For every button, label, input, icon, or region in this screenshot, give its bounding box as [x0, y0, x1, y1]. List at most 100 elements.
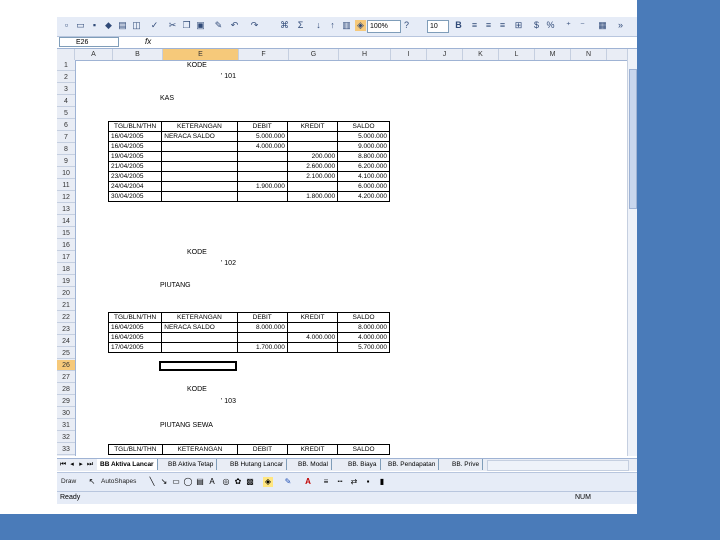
table-cell[interactable]: 4.100.000 — [337, 171, 390, 182]
table-cell[interactable]: 8.000.000 — [236, 322, 288, 333]
sheet-tab[interactable]: BB. Prive — [449, 459, 484, 470]
name-box[interactable]: E26 — [59, 37, 119, 47]
table-cell[interactable] — [161, 151, 238, 162]
table-cell[interactable] — [161, 161, 238, 172]
horizontal-scrollbar[interactable] — [487, 460, 629, 471]
row-header[interactable]: 25 — [57, 348, 75, 359]
column-header-cell[interactable]: KREDIT — [286, 312, 339, 323]
row-header[interactable]: 5 — [57, 108, 75, 119]
table-cell[interactable]: NERACA SALDO — [161, 322, 238, 333]
align-right-icon[interactable]: ≡ — [497, 20, 508, 31]
row-header[interactable]: 20 — [57, 288, 75, 299]
column-header[interactable]: M — [535, 49, 571, 60]
table-cell[interactable] — [286, 322, 339, 333]
row-header[interactable]: 18 — [57, 264, 75, 275]
row-header[interactable]: 21 — [57, 300, 75, 311]
arrow-style-icon[interactable]: ⇄ — [349, 477, 359, 487]
bold-icon[interactable]: B — [453, 20, 464, 31]
format-painter-icon[interactable]: ✎ — [213, 20, 224, 31]
row-header[interactable]: 27 — [57, 372, 75, 383]
sheet-tab[interactable]: BB. Pendapatan — [385, 459, 440, 470]
column-header[interactable]: F — [239, 49, 289, 60]
column-header-cell[interactable]: SALDO — [337, 121, 390, 132]
column-header-cell[interactable]: TGL/BLN/THN — [107, 312, 163, 323]
row-header[interactable]: 26 — [57, 360, 75, 371]
decrease-decimal-icon[interactable]: ⁻ — [577, 20, 588, 31]
table-cell[interactable]: 16/04/2005 — [107, 332, 163, 343]
row-header[interactable]: 28 — [57, 384, 75, 395]
table-cell[interactable]: 30/04/2005 — [107, 191, 163, 202]
table-cell[interactable]: 200.000 — [286, 151, 339, 162]
sort-desc-icon[interactable]: ↑ — [327, 20, 338, 31]
table-cell[interactable] — [161, 342, 238, 353]
column-header[interactable]: G — [289, 49, 339, 60]
font-size-select[interactable]: 10 — [427, 20, 449, 33]
table-cell[interactable]: 8.800.000 — [337, 151, 390, 162]
borders-icon[interactable]: ▦ — [597, 20, 608, 31]
row-header[interactable]: 24 — [57, 336, 75, 347]
oval-icon[interactable]: ◯ — [183, 477, 193, 487]
table-cell[interactable]: 21/04/2005 — [107, 161, 163, 172]
merge-center-icon[interactable]: ⊞ — [513, 20, 524, 31]
row-header[interactable]: 2 — [57, 72, 75, 83]
table-cell[interactable] — [286, 342, 339, 353]
row-header[interactable]: 8 — [57, 144, 75, 155]
row-header[interactable]: 1 — [57, 60, 75, 71]
worksheet[interactable]: KODE ' 101 KAS TGL/BLN/THN KETERANGAN DEBI… — [75, 60, 630, 456]
table-cell[interactable]: 4.000.000 — [236, 141, 288, 152]
vertical-scrollbar[interactable] — [627, 49, 637, 456]
table-cell[interactable] — [161, 191, 238, 202]
sheet-tab[interactable]: BB. Modal — [295, 459, 332, 470]
increase-decimal-icon[interactable]: ⁺ — [563, 20, 574, 31]
row-header[interactable]: 11 — [57, 180, 75, 191]
table-cell[interactable]: 4.000.000 — [286, 332, 339, 343]
table-cell[interactable]: 19/04/2005 — [107, 151, 163, 162]
column-header[interactable]: E — [163, 49, 239, 60]
percent-icon[interactable]: % — [545, 20, 556, 31]
select-objects-icon[interactable]: ↖ — [87, 477, 97, 487]
row-header[interactable]: 10 — [57, 168, 75, 179]
table-cell[interactable]: 23/04/2005 — [107, 171, 163, 182]
rectangle-icon[interactable]: ▭ — [171, 477, 181, 487]
sheet-tab[interactable]: BB Aktiva Lancar — [97, 459, 158, 470]
row-header[interactable]: 33 — [57, 444, 75, 455]
print-icon[interactable]: ▤ — [117, 20, 128, 31]
zoom-select[interactable]: 100% — [367, 20, 401, 33]
column-header[interactable]: I — [391, 49, 427, 60]
wordart-icon[interactable]: A — [207, 477, 217, 487]
table-cell[interactable]: NERACA SALDO — [161, 131, 238, 142]
table-cell[interactable]: 5.000.000 — [236, 131, 288, 142]
diagram-icon[interactable]: ◎ — [221, 477, 231, 487]
row-header[interactable]: 13 — [57, 204, 75, 215]
row-header[interactable]: 23 — [57, 324, 75, 335]
row-header[interactable]: 15 — [57, 228, 75, 239]
table-cell[interactable] — [236, 191, 288, 202]
column-header-cell[interactable]: DEBIT — [236, 312, 288, 323]
column-header[interactable]: B — [113, 49, 163, 60]
table-cell[interactable] — [286, 181, 339, 192]
row-header[interactable]: 17 — [57, 252, 75, 263]
column-header-cell[interactable]: DEBIT — [236, 121, 288, 132]
new-icon[interactable]: ▫ — [61, 20, 72, 31]
column-header[interactable]: N — [571, 49, 607, 60]
textbox-icon[interactable]: ▤ — [195, 477, 205, 487]
table-cell[interactable]: 9.000.000 — [337, 141, 390, 152]
toolbar-options-icon[interactable]: » — [615, 20, 626, 31]
column-header-cell[interactable]: KETERANGAN — [161, 121, 238, 132]
table-cell[interactable] — [161, 332, 238, 343]
chart-wizard-icon[interactable]: ▥ — [341, 20, 352, 31]
cut-icon[interactable]: ✂ — [167, 20, 178, 31]
undo-icon[interactable]: ↶ — [229, 20, 240, 31]
column-header-cell[interactable]: DEBIT — [237, 444, 288, 455]
row-header[interactable]: 22 — [57, 312, 75, 323]
row-header[interactable]: 29 — [57, 396, 75, 407]
row-header[interactable]: 19 — [57, 276, 75, 287]
column-header-cell[interactable]: KREDIT — [286, 444, 339, 455]
table-cell[interactable] — [236, 171, 288, 182]
picture-icon[interactable]: ▩ — [245, 477, 255, 487]
draw-menu[interactable]: Draw — [61, 477, 76, 487]
column-header-cell[interactable]: KETERANGAN — [161, 312, 238, 323]
font-color-icon[interactable]: A — [303, 477, 313, 487]
table-cell[interactable] — [236, 332, 288, 343]
table-cell[interactable]: 24/04/2004 — [107, 181, 163, 192]
